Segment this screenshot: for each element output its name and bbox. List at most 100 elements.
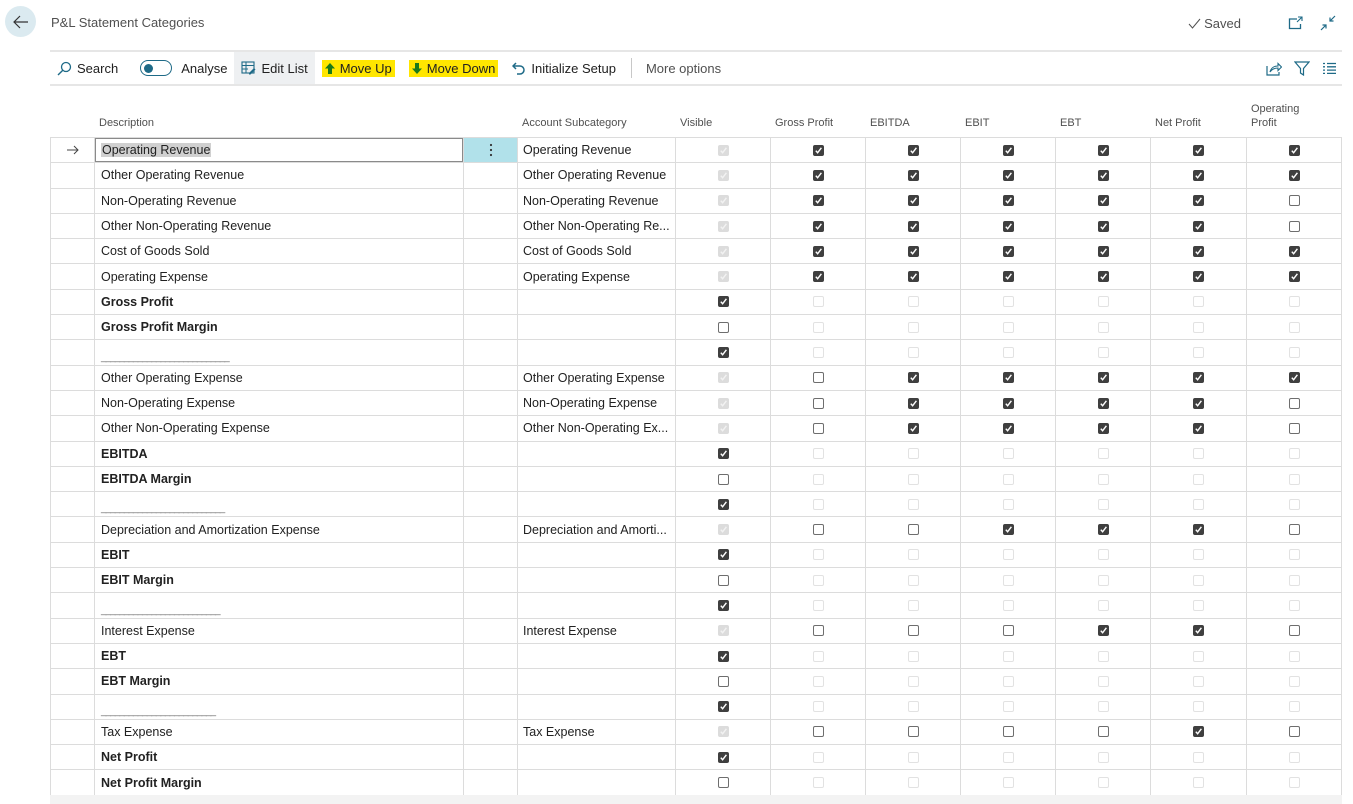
description-cell[interactable]: ___________________________ [95,492,464,517]
ebitda-checkbox[interactable] [907,195,919,207]
account-subcategory-cell[interactable]: Tax Expense [518,719,676,745]
net-profit-checkbox[interactable] [1193,625,1204,637]
description-cell[interactable]: Non-Operating Revenue [95,188,464,213]
operating-profit-checkbox[interactable] [1289,625,1300,637]
table-row[interactable]: Other Operating Revenue Other Operating R… [51,163,1341,189]
ebt-checkbox[interactable] [1097,220,1109,232]
account-subcategory-cell[interactable]: Non-Operating Revenue [518,188,676,213]
account-subcategory-cell[interactable]: Interest Expense [518,618,676,643]
header-visible[interactable]: Visible [675,96,770,137]
operating-profit-checkbox[interactable] [1289,195,1300,207]
description-cell[interactable]: Gross Profit [95,289,464,315]
description-cell[interactable]: __________________________ [95,593,464,618]
filter-button[interactable] [1294,60,1310,76]
table-row[interactable]: Net Profit [51,745,1341,771]
table-row[interactable]: EBITDA Margin [51,466,1341,493]
ebit-checkbox[interactable] [1002,397,1014,409]
account-subcategory-cell[interactable] [518,694,676,719]
account-subcategory-cell[interactable]: Cost of Goods Sold [518,239,676,264]
gross-profit-checkbox[interactable] [812,625,824,637]
net-profit-checkbox[interactable] [1193,195,1204,207]
net-profit-checkbox[interactable] [1193,220,1204,232]
header-description[interactable]: Description [94,96,463,137]
table-row[interactable]: Net Profit Margin [51,770,1341,796]
ebitda-checkbox[interactable] [907,422,919,434]
description-cell[interactable]: Depreciation and Amortization Expense [95,517,464,542]
header-ebit[interactable]: EBIT [960,96,1055,137]
ebit-checkbox[interactable] [1002,245,1014,257]
ebit-checkbox[interactable] [1002,524,1014,536]
table-row[interactable]: _________________________ [51,694,1341,720]
account-subcategory-cell[interactable] [518,466,676,492]
net-profit-checkbox[interactable] [1193,726,1204,738]
ebt-checkbox[interactable] [1097,195,1109,207]
table-row[interactable]: ___________________________ [51,492,1341,518]
ebit-checkbox[interactable] [1002,271,1014,283]
ebit-checkbox[interactable] [1002,195,1014,207]
description-cell[interactable]: Operating Revenue [95,138,464,163]
account-subcategory-cell[interactable] [518,542,676,568]
visible-checkbox[interactable] [717,650,729,662]
description-cell[interactable]: Cost of Goods Sold [95,239,464,264]
visible-checkbox[interactable] [717,574,729,586]
visible-checkbox[interactable] [717,549,729,561]
ebt-checkbox[interactable] [1097,372,1109,384]
table-row[interactable]: EBIT Margin [51,568,1341,594]
header-ebitda[interactable]: EBITDA [865,96,960,137]
account-subcategory-cell[interactable] [518,289,676,315]
visible-checkbox[interactable] [717,701,729,713]
gross-profit-checkbox[interactable] [812,220,824,232]
open-in-new-window-button[interactable] [1285,12,1307,34]
table-row[interactable]: Operating Revenue Operating Revenue [51,138,1341,164]
description-cell[interactable]: EBIT [95,542,464,568]
table-row[interactable]: Gross Profit [51,289,1341,316]
ebit-checkbox[interactable] [1002,144,1014,156]
ebt-checkbox[interactable] [1097,625,1109,637]
gross-profit-checkbox[interactable] [812,422,824,434]
header-ebt[interactable]: EBT [1055,96,1150,137]
net-profit-checkbox[interactable] [1193,524,1204,536]
ebitda-checkbox[interactable] [907,144,919,156]
operating-profit-checkbox[interactable] [1289,271,1300,283]
ebt-checkbox[interactable] [1097,144,1109,156]
operating-profit-checkbox[interactable] [1289,422,1300,434]
visible-checkbox[interactable] [717,777,729,789]
collapse-button[interactable] [1317,12,1339,34]
gross-profit-checkbox[interactable] [812,524,824,536]
list-view-button[interactable] [1322,62,1336,75]
analyse-switch[interactable] [140,60,173,76]
header-net-profit[interactable]: Net Profit [1150,96,1246,137]
account-subcategory-cell[interactable] [518,568,676,593]
ebt-checkbox[interactable] [1097,524,1109,536]
initialize-setup-button[interactable]: Initialize Setup [505,52,623,84]
visible-checkbox[interactable] [717,473,729,485]
operating-profit-checkbox[interactable] [1289,144,1300,156]
table-row[interactable]: Gross Profit Margin [51,315,1341,341]
ebt-checkbox[interactable] [1097,245,1109,257]
operating-profit-checkbox[interactable] [1289,169,1300,181]
table-row[interactable]: EBT [51,643,1341,670]
ebit-checkbox[interactable] [1002,422,1014,434]
net-profit-checkbox[interactable] [1193,422,1204,434]
ebitda-checkbox[interactable] [907,372,919,384]
visible-checkbox[interactable] [717,296,729,308]
ebt-checkbox[interactable] [1097,422,1109,434]
table-row[interactable]: EBT Margin [51,669,1341,695]
gross-profit-checkbox[interactable] [812,726,824,738]
net-profit-checkbox[interactable] [1193,169,1204,181]
table-row[interactable]: Depreciation and Amortization Expense Dep… [51,517,1341,543]
account-subcategory-cell[interactable]: Operating Revenue [518,138,676,163]
table-row[interactable]: Cost of Goods Sold Cost of Goods Sold [51,239,1341,265]
description-cell[interactable]: Net Profit [95,745,464,770]
header-operating-profit[interactable]: Operating Profit [1246,96,1306,137]
edit-list-button[interactable]: Edit List [234,52,315,84]
operating-profit-checkbox[interactable] [1289,397,1300,409]
header-account-subcategory[interactable]: Account Subcategory [517,96,675,137]
account-subcategory-cell[interactable]: Depreciation and Amorti... [518,517,676,542]
ebitda-checkbox[interactable] [907,524,919,536]
description-cell[interactable]: EBITDA [95,441,464,466]
more-vertical-icon[interactable] [489,143,493,157]
move-up-button[interactable]: Move Up [315,52,402,84]
account-subcategory-cell[interactable] [518,643,676,669]
description-cell[interactable]: ____________________________ [95,340,464,365]
